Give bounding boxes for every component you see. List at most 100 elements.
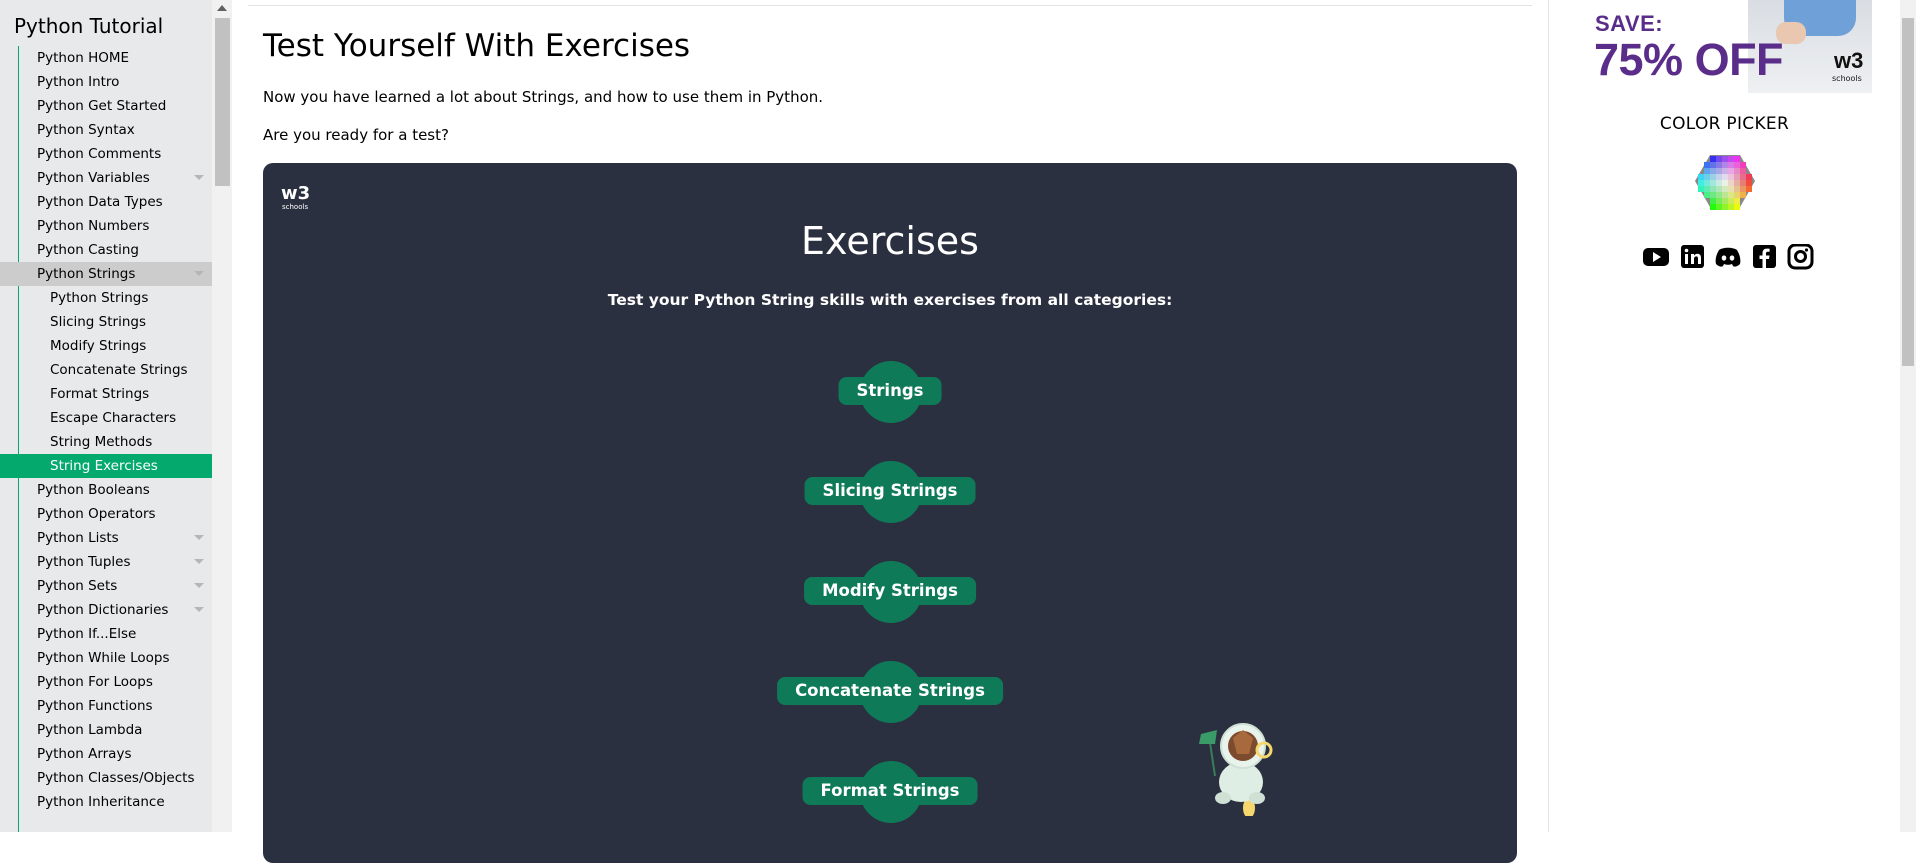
color-swatch xyxy=(1740,192,1746,198)
sidebar-item[interactable]: Python Tuples xyxy=(0,550,212,574)
sidebar-item[interactable]: Concatenate Strings xyxy=(0,358,212,382)
sidebar-item[interactable]: Slicing Strings xyxy=(0,310,212,334)
sidebar-item-label: String Methods xyxy=(50,434,153,450)
color-swatch xyxy=(1710,162,1716,168)
color-swatch xyxy=(1710,180,1716,186)
sidebar-item[interactable]: Python If...Else xyxy=(0,622,212,646)
color-swatch xyxy=(1716,162,1722,168)
page-scrollbar-thumb[interactable] xyxy=(1902,18,1914,366)
sidebar-item-label: String Exercises xyxy=(50,458,158,474)
sidebar-item[interactable]: Python Casting xyxy=(0,238,212,262)
page-scrollbar[interactable] xyxy=(1900,0,1916,832)
color-swatch xyxy=(1716,168,1722,174)
sidebar-item[interactable]: Python While Loops xyxy=(0,646,212,670)
exercise-category: Concatenate Strings xyxy=(263,661,1517,723)
color-swatch xyxy=(1710,192,1716,198)
color-swatch xyxy=(1740,186,1746,192)
color-swatch xyxy=(1734,174,1740,180)
scroll-up-arrow-icon[interactable] xyxy=(217,5,227,11)
color-picker-icon[interactable] xyxy=(1686,146,1764,216)
sidebar-item[interactable]: Python Data Types xyxy=(0,190,212,214)
color-swatch xyxy=(1722,168,1728,174)
sidebar-item[interactable]: Python Intro xyxy=(0,70,212,94)
color-swatch xyxy=(1722,180,1728,186)
sidebar-scrollbar[interactable] xyxy=(212,0,232,832)
sidebar-item-label: Python Intro xyxy=(37,74,120,90)
color-swatch xyxy=(1704,174,1710,180)
category-button[interactable]: Strings xyxy=(838,377,942,405)
color-swatch xyxy=(1698,186,1704,192)
sidebar-item-label: Concatenate Strings xyxy=(50,362,188,378)
sidebar-item-label: Python Data Types xyxy=(37,194,163,210)
sidebar-item[interactable]: Python Dictionaries xyxy=(0,598,212,622)
sidebar-item-label: Python Classes/Objects xyxy=(37,770,195,786)
sidebar-item[interactable]: Python Lists xyxy=(0,526,212,550)
color-swatch xyxy=(1722,204,1728,210)
linkedin-icon[interactable] xyxy=(1677,244,1707,270)
color-swatch xyxy=(1710,168,1716,174)
color-swatch xyxy=(1716,198,1722,204)
chevron-down-icon[interactable] xyxy=(194,535,204,540)
sidebar-item[interactable]: Python Functions xyxy=(0,694,212,718)
color-swatch xyxy=(1698,174,1704,180)
sidebar-item[interactable]: Python For Loops xyxy=(0,670,212,694)
svg-text:schools: schools xyxy=(282,203,308,211)
page-title: Test Yourself With Exercises xyxy=(263,28,691,64)
sidebar-item[interactable]: String Methods xyxy=(0,430,212,454)
social-links xyxy=(1641,244,1815,272)
chevron-down-icon[interactable] xyxy=(194,271,204,276)
sidebar-item-label: Python Operators xyxy=(37,506,156,522)
sidebar-item[interactable]: Python Sets xyxy=(0,574,212,598)
sidebar-item-label: Python Dictionaries xyxy=(37,602,169,618)
chevron-down-icon[interactable] xyxy=(194,583,204,588)
sidebar-item[interactable]: Python Lambda xyxy=(0,718,212,742)
sidebar-item[interactable]: Python Arrays xyxy=(0,742,212,766)
chevron-down-icon[interactable] xyxy=(194,175,204,180)
color-picker-label: COLOR PICKER xyxy=(1659,114,1790,134)
chevron-down-icon[interactable] xyxy=(194,607,204,612)
sidebar-item-label: Python For Loops xyxy=(37,674,153,690)
color-swatch xyxy=(1716,186,1722,192)
main-content: Test Yourself With Exercises Now you hav… xyxy=(248,0,1538,863)
chevron-down-icon[interactable] xyxy=(194,559,204,564)
youtube-icon[interactable] xyxy=(1641,244,1671,270)
sidebar-item[interactable]: Python Syntax xyxy=(0,118,212,142)
sidebar-item[interactable]: Modify Strings xyxy=(0,334,212,358)
sidebar-item[interactable]: Python Strings xyxy=(0,286,212,310)
sidebar-scrollbar-thumb[interactable] xyxy=(215,18,230,186)
sidebar-item[interactable]: Python Classes/Objects xyxy=(0,766,212,790)
sidebar-item[interactable]: Format Strings xyxy=(0,382,212,406)
color-swatch xyxy=(1722,186,1728,192)
sidebar-item[interactable]: String Exercises xyxy=(0,454,212,478)
sidebar-item[interactable]: Python Operators xyxy=(0,502,212,526)
sidebar-item[interactable]: Escape Characters xyxy=(0,406,212,430)
sidebar-item[interactable]: Python Get Started xyxy=(0,94,212,118)
sidebar-item[interactable]: Python Variables xyxy=(0,166,212,190)
exercise-category: Strings xyxy=(263,361,1517,423)
sidebar-item[interactable]: Python Strings xyxy=(0,262,212,286)
color-swatch xyxy=(1716,204,1722,210)
color-swatch xyxy=(1698,180,1704,186)
intro-text: Now you have learned a lot about Strings… xyxy=(263,88,824,106)
promo-ad[interactable]: w3 schools SAVE: 75% OFF xyxy=(1590,0,1872,93)
category-button[interactable]: Modify Strings xyxy=(804,577,976,605)
exercise-panel: w3 schools Exercises Test your Python St… xyxy=(263,163,1517,863)
color-swatch xyxy=(1728,192,1734,198)
color-swatch xyxy=(1728,168,1734,174)
exercises-title: Exercises xyxy=(801,219,979,263)
sidebar-item[interactable]: Python Comments xyxy=(0,142,212,166)
category-button[interactable]: Slicing Strings xyxy=(804,477,976,505)
intro-question: Are you ready for a test? xyxy=(263,126,449,144)
instagram-icon[interactable] xyxy=(1785,244,1815,270)
category-button[interactable]: Format Strings xyxy=(802,777,978,805)
sidebar-item[interactable]: Python Booleans xyxy=(0,478,212,502)
facebook-icon[interactable] xyxy=(1749,244,1779,270)
color-swatch xyxy=(1734,198,1740,204)
category-button[interactable]: Concatenate Strings xyxy=(777,677,1003,705)
sidebar-item[interactable]: Python HOME xyxy=(0,46,212,70)
color-swatch xyxy=(1722,162,1728,168)
color-swatch xyxy=(1728,180,1734,186)
discord-icon[interactable] xyxy=(1713,244,1743,270)
sidebar-item[interactable]: Python Inheritance xyxy=(0,790,212,814)
sidebar-item[interactable]: Python Numbers xyxy=(0,214,212,238)
